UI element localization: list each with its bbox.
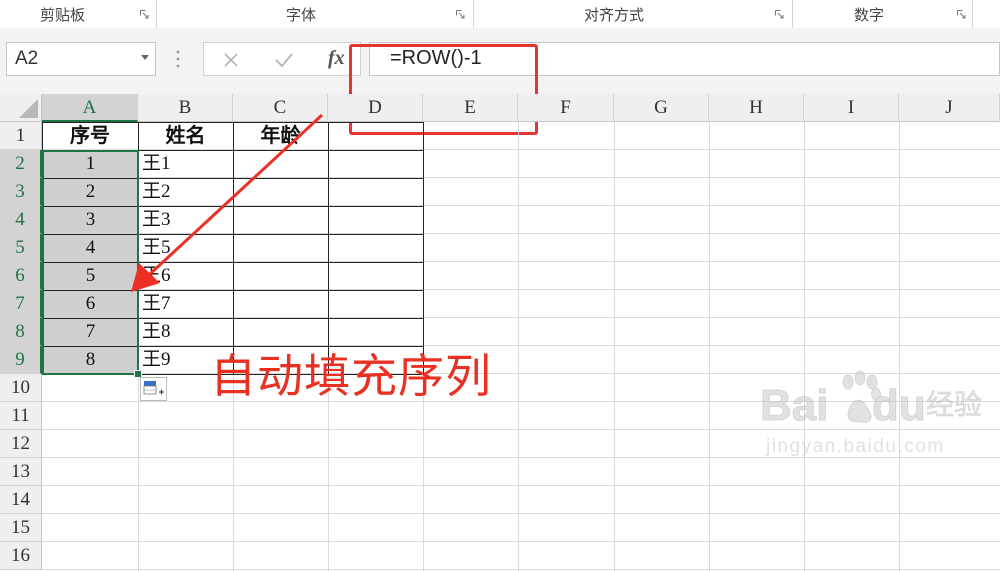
gridline-horizontal [42, 541, 1000, 542]
annotation-text: 自动填充序列 [210, 349, 492, 403]
gridline-vertical [709, 122, 710, 571]
gridline-horizontal [42, 513, 1000, 514]
ribbon-group-label: 数字 [854, 6, 885, 24]
enter-icon[interactable] [274, 51, 294, 69]
column-header-h[interactable]: H [709, 94, 804, 122]
column-header-j[interactable]: J [899, 94, 1000, 122]
column-header-i[interactable]: I [804, 94, 899, 122]
gridline-vertical [614, 122, 615, 571]
gridline-vertical [518, 122, 519, 571]
chevron-down-icon[interactable] [141, 55, 149, 60]
ribbon-group-alignment: 对齐方式 [473, 0, 793, 28]
ribbon-group-label: 对齐方式 [584, 6, 645, 24]
column-header-g[interactable]: G [614, 94, 709, 122]
ribbon-group-label: 字体 [286, 6, 317, 24]
column-header-c[interactable]: C [233, 94, 328, 122]
column-header-f[interactable]: F [518, 94, 614, 122]
dialog-launcher-icon[interactable] [140, 10, 149, 19]
row-header-5[interactable]: 5 [0, 234, 42, 262]
select-all-corner[interactable] [0, 94, 42, 122]
svg-text:Bai: Bai [760, 381, 828, 430]
ribbon-group-labels: 剪贴板 字体 对齐方式 数字 [0, 0, 1000, 28]
row-header-11[interactable]: 11 [0, 402, 42, 430]
column-header-b[interactable]: B [138, 94, 233, 122]
dialog-launcher-icon[interactable] [456, 10, 465, 19]
svg-text:du: du [872, 381, 926, 430]
gridline-horizontal [42, 569, 1000, 570]
ribbon-group-clipboard: 剪贴板 [0, 0, 157, 28]
row-header-4[interactable]: 4 [0, 206, 42, 234]
worksheet-grid: ABCDEFGHIJ 1 2 3 4 5 6 7 8 9 10 11 12 13 14 15 16 序号 姓名年… [0, 94, 1000, 571]
row-header-14[interactable]: 14 [0, 486, 42, 514]
gridline-vertical [804, 122, 805, 571]
formula-bar-row: A2 fx =ROW()-1 [0, 28, 1000, 135]
row-header-15[interactable]: 15 [0, 514, 42, 542]
cancel-icon[interactable] [223, 52, 239, 68]
auto-fill-options-button[interactable] [140, 377, 167, 401]
gridline-horizontal [42, 485, 1000, 486]
row-header-3[interactable]: 3 [0, 178, 42, 206]
formula-buttons: fx [203, 42, 361, 76]
row-header-8[interactable]: 8 [0, 318, 42, 346]
row-header-2[interactable]: 2 [0, 150, 42, 178]
ribbon-group-font: 字体 [156, 0, 474, 28]
row-header-1[interactable]: 1 [0, 122, 42, 150]
row-header-7[interactable]: 7 [0, 290, 42, 318]
more-options-icon[interactable] [176, 49, 180, 69]
row-header-9[interactable]: 9 [0, 346, 42, 374]
column-header-a[interactable]: A [42, 94, 138, 122]
svg-text:jingyan.baidu.com: jingyan.baidu.com [765, 436, 945, 457]
column-header-d[interactable]: D [328, 94, 423, 122]
name-box[interactable]: A2 [6, 42, 156, 76]
dialog-launcher-icon[interactable] [775, 10, 784, 19]
auto-fill-icon [143, 381, 164, 395]
row-header-13[interactable]: 13 [0, 458, 42, 486]
gridline-vertical [899, 122, 900, 571]
selection-range [42, 150, 139, 375]
svg-text:经验: 经验 [926, 388, 982, 421]
name-box-value: A2 [15, 48, 39, 69]
row-header-6[interactable]: 6 [0, 262, 42, 290]
row-header-10[interactable]: 10 [0, 374, 42, 402]
baidu-jingyan-watermark: Bai du 经验 jingyan.baidu.com [760, 368, 992, 462]
row-header-16[interactable]: 16 [0, 542, 42, 570]
baidu-logo: Bai du 经验 jingyan.baidu.com [760, 370, 982, 457]
fx-icon[interactable]: fx [328, 47, 345, 70]
column-header-e[interactable]: E [423, 94, 518, 122]
ribbon-group-label: 剪贴板 [40, 6, 86, 24]
ribbon-group-number: 数字 [792, 0, 973, 28]
row-header-12[interactable]: 12 [0, 430, 42, 458]
dialog-launcher-icon[interactable] [957, 10, 966, 19]
